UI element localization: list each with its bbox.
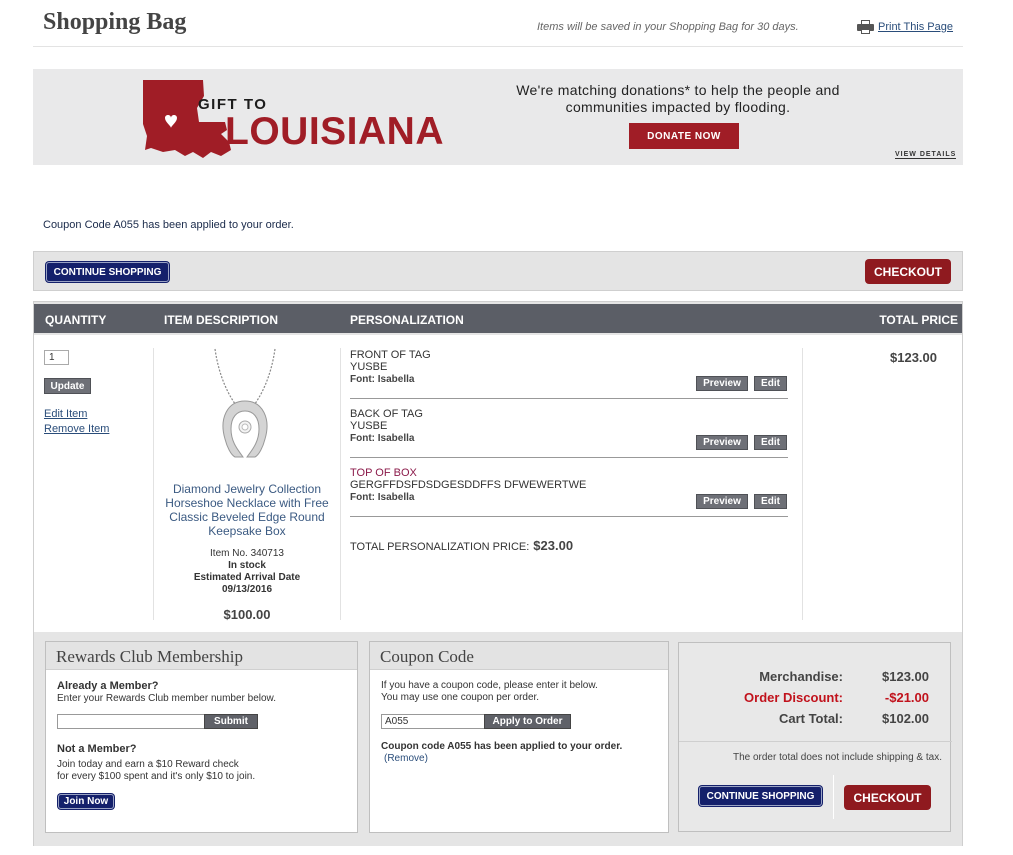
- personalization-font: Font: Isabella: [350, 374, 415, 385]
- arrival-date: 09/13/2016: [221, 584, 273, 595]
- printer-icon: [857, 20, 874, 34]
- view-details-link[interactable]: VIEW DETAILS: [895, 151, 957, 159]
- personalization-value: YUSBE: [350, 361, 388, 373]
- edit-button[interactable]: Edit: [754, 435, 787, 450]
- personalization-front-of-tag: FRONT OF TAG YUSBE Font: Isabella Previe…: [350, 349, 788, 399]
- personalization-value: YUSBE: [350, 420, 388, 432]
- donate-now-button[interactable]: DONATE NOW: [629, 123, 739, 149]
- order-discount-label: Order Discount:: [744, 690, 843, 705]
- banner-message: We're matching donations* to help the pe…: [516, 82, 840, 115]
- header-personalization: PERSONALIZATION: [350, 313, 464, 327]
- header-item-description: ITEM DESCRIPTION: [164, 313, 279, 327]
- summary-divider: [679, 741, 952, 742]
- coupon-panel-title: Coupon Code: [370, 642, 668, 670]
- column-divider: [340, 348, 341, 620]
- edit-button[interactable]: Edit: [754, 376, 787, 391]
- edit-button[interactable]: Edit: [754, 494, 787, 509]
- preview-button[interactable]: Preview: [696, 494, 748, 509]
- arrival-label: Estimated Arrival Date: [193, 572, 301, 583]
- header-total-price: TOTAL PRICE: [879, 313, 958, 327]
- merchandise-value: $123.00: [882, 669, 929, 684]
- page-title: Shopping Bag: [43, 9, 187, 35]
- preview-button[interactable]: Preview: [696, 376, 748, 391]
- page-header: Shopping Bag Items will be saved in your…: [33, 6, 963, 47]
- preview-button[interactable]: Preview: [696, 435, 748, 450]
- personalization-title: TOP OF BOX: [350, 467, 417, 479]
- not-member-line1: Join today and earn a $10 Reward check: [57, 759, 239, 770]
- product-image[interactable]: [209, 347, 281, 459]
- coupon-instructions-1: If you have a coupon code, please enter …: [381, 680, 598, 691]
- item-price: $100.00: [223, 607, 271, 622]
- merchandise-label: Merchandise:: [759, 669, 843, 684]
- column-divider: [153, 348, 154, 620]
- coupon-remove-link[interactable]: (Remove): [384, 753, 428, 765]
- personalization-font: Font: Isabella: [350, 492, 415, 503]
- top-action-bar: CONTINUE SHOPPING CHECKOUT: [33, 251, 963, 291]
- cart-table-header: QUANTITY ITEM DESCRIPTION PERSONALIZATIO…: [34, 302, 962, 335]
- item-number: Item No. 340713: [210, 548, 284, 559]
- checkout-button-bottom[interactable]: CHECKOUT: [844, 785, 931, 810]
- cart-table: QUANTITY ITEM DESCRIPTION PERSONALIZATIO…: [33, 301, 963, 846]
- louisiana-text: LOUISIANA: [225, 110, 444, 153]
- donation-banner[interactable]: GIFT TO LOUISIANA We're matching donatio…: [33, 69, 963, 165]
- personalization-value: GERGFFDSFDSDGESDDFFS DFWEWERTWE: [350, 479, 587, 491]
- rewards-member-text: Enter your Rewards Club member number be…: [57, 693, 276, 704]
- header-quantity: QUANTITY: [45, 313, 107, 327]
- column-divider: [802, 348, 803, 620]
- continue-shopping-button[interactable]: CONTINUE SHOPPING: [46, 262, 169, 282]
- personalization-font: Font: Isabella: [350, 433, 415, 444]
- stock-status: In stock: [228, 560, 266, 571]
- personalization-top-of-box: TOP OF BOX GERGFFDSFDSDGESDDFFS DFWEWERT…: [350, 467, 788, 517]
- saved-note: Items will be saved in your Shopping Bag…: [537, 21, 799, 33]
- remove-item-link[interactable]: Remove Item: [44, 423, 109, 435]
- not-member-line2: for every $100 spent and it's only $10 t…: [57, 771, 256, 782]
- summary-button-divider: [833, 775, 834, 819]
- quantity-input[interactable]: 1: [44, 350, 69, 365]
- coupon-code-input[interactable]: A055: [381, 714, 485, 729]
- personalization-total: TOTAL PERSONALIZATION PRICE: $23.00: [350, 538, 573, 553]
- personalization-title: FRONT OF TAG: [350, 349, 431, 361]
- coupon-applied-message: Coupon Code A055 has been applied to you…: [43, 219, 294, 231]
- coupon-applied-text: Coupon code A055 has been applied to you…: [381, 741, 623, 752]
- coupon-instructions-2: You may use one coupon per order.: [381, 692, 540, 703]
- not-member-question: Not a Member?: [57, 743, 137, 755]
- order-summary-panel: Merchandise: $123.00 Order Discount: -$2…: [678, 642, 952, 832]
- cart-total-value: $102.00: [882, 711, 929, 726]
- order-discount-value: -$21.00: [884, 690, 929, 705]
- join-now-button[interactable]: Join Now: [58, 794, 114, 809]
- personalization-back-of-tag: BACK OF TAG YUSBE Font: Isabella Preview…: [350, 408, 788, 458]
- print-page-link[interactable]: Print This Page: [857, 20, 953, 34]
- coupon-code-panel: Coupon Code If you have a coupon code, p…: [369, 641, 669, 833]
- rewards-number-input[interactable]: [57, 714, 205, 729]
- update-button[interactable]: Update: [44, 378, 91, 394]
- personalization-title: BACK OF TAG: [350, 408, 423, 420]
- shipping-tax-note: The order total does not include shippin…: [732, 752, 942, 763]
- personalization-total-value: $23.00: [533, 538, 574, 553]
- line-total-price: $123.00: [890, 350, 937, 365]
- continue-shopping-button-bottom[interactable]: CONTINUE SHOPPING: [699, 786, 822, 806]
- edit-item-link[interactable]: Edit Item: [44, 408, 87, 420]
- rewards-club-panel: Rewards Club Membership Already a Member…: [45, 641, 358, 833]
- apply-to-order-button[interactable]: Apply to Order: [484, 714, 571, 729]
- checkout-button[interactable]: CHECKOUT: [865, 259, 951, 284]
- product-name-link[interactable]: Diamond Jewelry Collection Horseshoe Nec…: [162, 482, 332, 538]
- rewards-member-question: Already a Member?: [57, 680, 159, 692]
- personalization-total-label: TOTAL PERSONALIZATION PRICE:: [350, 541, 530, 553]
- print-page-label[interactable]: Print This Page: [878, 21, 953, 33]
- rewards-submit-button[interactable]: Submit: [204, 714, 258, 729]
- cart-total-label: Cart Total:: [778, 711, 843, 726]
- louisiana-map-icon: [143, 80, 231, 158]
- rewards-panel-title: Rewards Club Membership: [46, 642, 357, 670]
